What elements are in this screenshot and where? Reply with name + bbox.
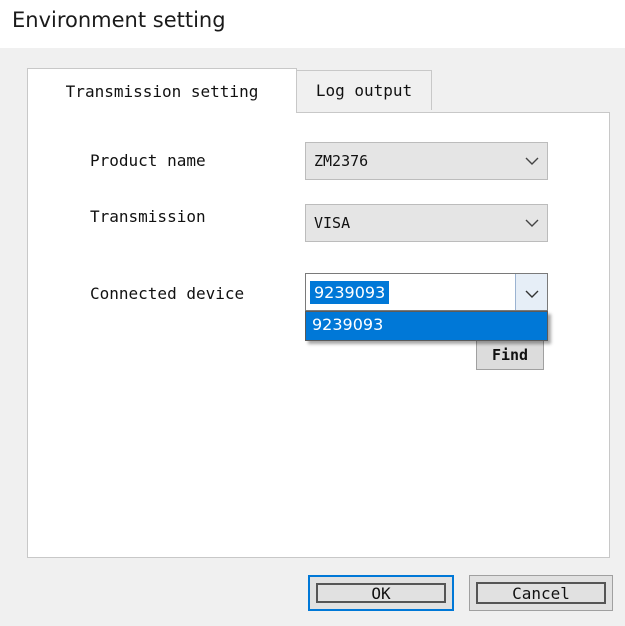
ok-button-label: OK [371, 583, 391, 603]
cancel-button-label: Cancel [512, 583, 570, 603]
transmission-value: VISA [314, 214, 351, 232]
chevron-down-icon [517, 219, 547, 227]
connected-device-combobox[interactable]: 9239093 [305, 273, 548, 311]
connected-device-input[interactable]: 9239093 [310, 280, 390, 304]
cancel-button[interactable]: Cancel [469, 575, 613, 611]
product-name-label: Product name [90, 151, 206, 170]
tab-transmission-setting[interactable]: Transmission setting [27, 68, 297, 113]
ok-button[interactable]: OK [308, 575, 454, 611]
window-title: Environment setting [12, 8, 226, 32]
connected-device-dropdown-list: 9239093 [305, 311, 548, 341]
transmission-select[interactable]: VISA [305, 204, 548, 242]
product-name-select[interactable]: ZM2376 [305, 142, 548, 180]
tab-log-output[interactable]: Log output [296, 70, 432, 110]
dropdown-option[interactable]: 9239093 [306, 312, 547, 337]
dropdown-button[interactable] [515, 274, 547, 310]
find-button[interactable]: Find [476, 336, 544, 370]
chevron-down-icon [517, 157, 547, 165]
transmission-label: Transmission [90, 207, 206, 226]
product-name-value: ZM2376 [314, 152, 369, 170]
chevron-down-icon [525, 283, 539, 302]
connected-device-label: Connected device [90, 284, 245, 303]
